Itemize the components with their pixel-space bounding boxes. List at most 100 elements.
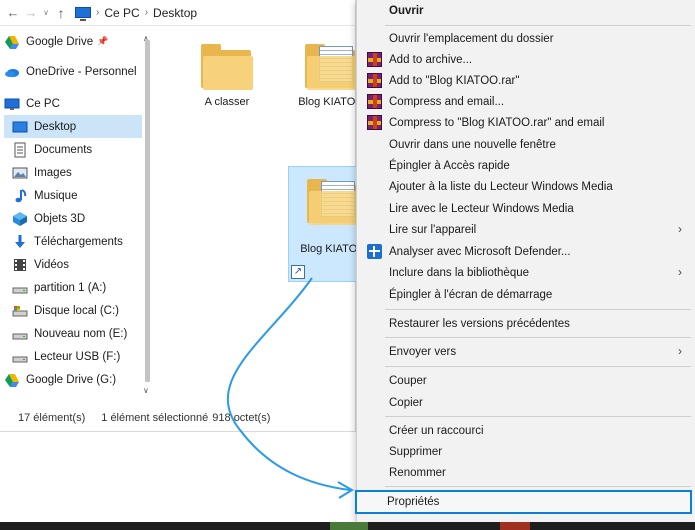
menu-item-pin-quick-access[interactable]: Épingler à Accès rapide — [357, 155, 695, 176]
sidebar-item-label: Google Drive (G:) — [26, 373, 117, 386]
menu-separator — [385, 25, 691, 26]
scrollbar-thumb[interactable] — [145, 40, 150, 382]
onedrive-icon — [4, 64, 20, 80]
sidebar-item-label: Google Drive — [26, 35, 94, 48]
menu-item-scan-defender[interactable]: Analyser avec Microsoft Defender... — [357, 241, 695, 262]
sidebar-item-documents[interactable]: Documents — [4, 138, 142, 161]
menu-item-label: Ouvrir — [389, 4, 424, 17]
menu-item-restore-versions[interactable]: Restaurer les versions précédentes — [357, 313, 695, 334]
menu-item-label: Épingler à l'écran de démarrage — [389, 288, 553, 301]
menu-item-ouvrir[interactable]: Ouvrir — [357, 0, 695, 21]
menu-item-open-new-window[interactable]: Ouvrir dans une nouvelle fenêtre — [357, 134, 695, 155]
sidebar-item-google-drive-g[interactable]: Google Drive (G:) — [4, 368, 142, 391]
documents-icon — [12, 142, 28, 158]
menu-item-play-wmp[interactable]: Lire avec le Lecteur Windows Media — [357, 198, 695, 219]
scroll-down-icon[interactable]: ∨ — [143, 386, 149, 395]
menu-item-rename[interactable]: Renommer — [357, 462, 695, 483]
sidebar-item-desktop[interactable]: Desktop — [4, 115, 142, 138]
sidebar-item-google-drive[interactable]: Google Drive 📌 — [4, 30, 142, 53]
sidebar-item-label: OneDrive - Personnel — [26, 65, 137, 78]
menu-item-open-location[interactable]: Ouvrir l'emplacement du dossier — [357, 28, 695, 49]
menu-item-label: Copier — [389, 396, 423, 409]
status-bar: 17 élément(s) 1 élément sélectionné 918 … — [0, 404, 356, 432]
menu-item-delete[interactable]: Supprimer — [357, 441, 695, 462]
winrar-icon — [367, 115, 382, 130]
sidebar-item-nouveau-nom-e[interactable]: Nouveau nom (E:) — [4, 322, 142, 345]
sidebar-item-label: Images — [34, 166, 72, 179]
sidebar-item-label: Ce PC — [26, 97, 60, 110]
menu-separator — [385, 337, 691, 338]
drive-icon — [12, 280, 28, 296]
google-drive-icon — [4, 372, 20, 388]
sidebar-item-partition-a[interactable]: partition 1 (A:) — [4, 276, 142, 299]
usb-drive-icon — [12, 349, 28, 365]
item-count: 17 élément(s) — [18, 412, 86, 424]
menu-item-properties[interactable]: Propriétés — [355, 490, 692, 514]
menu-item-cut[interactable]: Couper — [357, 370, 695, 391]
sidebar-item-local-disk-c[interactable]: Disque local (C:) — [4, 299, 142, 322]
menu-separator — [385, 366, 691, 367]
sidebar-item-downloads[interactable]: Téléchargements — [4, 230, 142, 253]
menu-item-label: Inclure dans la bibliothèque — [389, 266, 530, 279]
menu-item-label: Renommer — [389, 466, 446, 479]
sidebar-item-label: Documents — [34, 143, 93, 156]
recent-locations-chevron-icon[interactable]: ∨ — [40, 3, 52, 23]
address-bar[interactable]: ← → ∨ ↑ › Ce PC › Desktop — [0, 0, 356, 26]
defender-icon — [367, 244, 382, 259]
menu-item-label: Compress and email... — [389, 95, 505, 108]
file-label: A classer — [204, 96, 250, 108]
menu-item-copy[interactable]: Copier — [357, 392, 695, 413]
file-item-a-classer[interactable]: A classer — [182, 36, 272, 132]
file-list: A classer Blog KIATOO ↗ Blog KIATOO — [156, 26, 356, 404]
menu-item-cast-to-device[interactable]: Lire sur l'appareil › — [357, 219, 695, 240]
downloads-icon — [12, 234, 28, 250]
submenu-chevron-icon: › — [678, 222, 682, 236]
sidebar-item-usb-f[interactable]: Lecteur USB (F:) — [4, 345, 142, 368]
menu-item-label: Lire avec le Lecteur Windows Media — [389, 202, 574, 215]
file-item-blog-kiatoo[interactable]: Blog KIATOO — [286, 36, 356, 132]
menu-item-add-wmp-list[interactable]: Ajouter à la liste du Lecteur Windows Me… — [357, 176, 695, 197]
sidebar-item-onedrive[interactable]: OneDrive - Personnel — [4, 60, 142, 83]
menu-item-label: Envoyer vers — [389, 345, 457, 358]
winrar-icon — [367, 73, 382, 88]
up-arrow-icon[interactable]: ↑ — [52, 3, 70, 23]
sidebar-item-music[interactable]: Musique — [4, 184, 142, 207]
videos-icon — [12, 257, 28, 273]
sidebar-item-videos[interactable]: Vidéos — [4, 253, 142, 276]
menu-item-label: Supprimer — [389, 445, 443, 458]
submenu-chevron-icon: › — [678, 265, 682, 279]
sidebar-item-objets-3d[interactable]: Objets 3D — [4, 207, 142, 230]
taskbar-app-icon[interactable] — [500, 522, 530, 530]
computer-icon — [75, 7, 91, 21]
sidebar-scrollbar[interactable]: ∧ ∨ — [142, 26, 153, 404]
breadcrumb-chevron-icon: › — [96, 7, 100, 18]
sidebar-item-ce-pc[interactable]: Ce PC — [4, 92, 142, 115]
taskbar — [0, 522, 695, 530]
sidebar-item-images[interactable]: Images — [4, 161, 142, 184]
menu-item-create-shortcut[interactable]: Créer un raccourci — [357, 420, 695, 441]
menu-item-include-library[interactable]: Inclure dans la bibliothèque › — [357, 262, 695, 283]
menu-item-add-to-archive[interactable]: Add to archive... — [357, 49, 695, 70]
menu-item-label: Couper — [389, 374, 427, 387]
file-label: Blog KIATOO — [300, 243, 356, 255]
shortcut-arrow-icon: ↗ — [291, 265, 305, 279]
forward-arrow-icon[interactable]: → — [22, 3, 40, 23]
file-item-blog-kiatoo-shortcut[interactable]: ↗ Blog KIATOO — [288, 166, 356, 282]
computer-icon — [4, 96, 20, 112]
menu-item-compress-email[interactable]: Compress and email... — [357, 91, 695, 112]
breadcrumb-chevron-icon: › — [144, 7, 149, 18]
menu-item-pin-start[interactable]: Épingler à l'écran de démarrage — [357, 284, 695, 305]
menu-item-send-to[interactable]: Envoyer vers › — [357, 341, 695, 362]
selection-size: 918 octet(s) — [212, 412, 271, 424]
sidebar-item-label: Desktop — [34, 120, 77, 133]
back-arrow-icon[interactable]: ← — [4, 3, 22, 23]
menu-item-add-to-rar[interactable]: Add to "Blog KIATOO.rar" — [357, 70, 695, 91]
menu-item-label: Analyser avec Microsoft Defender... — [389, 245, 571, 258]
winrar-icon — [367, 94, 382, 109]
menu-item-label: Ouvrir dans une nouvelle fenêtre — [389, 138, 556, 151]
breadcrumb-ce-pc[interactable]: Ce PC — [104, 6, 139, 20]
menu-item-label: Add to archive... — [389, 53, 473, 66]
breadcrumb-desktop[interactable]: Desktop — [153, 6, 197, 20]
menu-item-compress-to-rar-email[interactable]: Compress to "Blog KIATOO.rar" and email — [357, 112, 695, 133]
taskbar-app-icon[interactable] — [330, 522, 368, 530]
